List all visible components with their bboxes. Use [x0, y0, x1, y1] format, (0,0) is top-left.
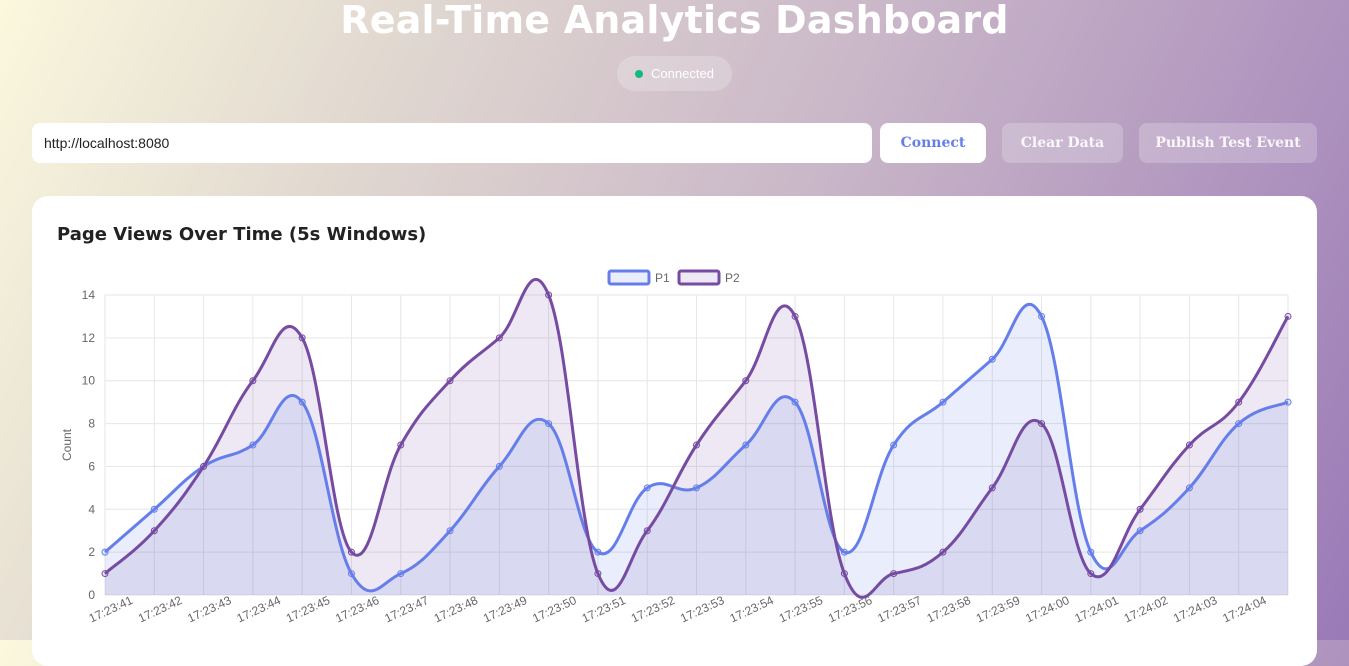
- x-tick-label: 17:23:49: [481, 593, 530, 626]
- x-tick-label: 17:23:57: [875, 593, 924, 626]
- data-point: [545, 420, 553, 428]
- legend-swatch-p2: [677, 269, 721, 286]
- x-tick-label: 17:23:43: [185, 593, 234, 626]
- data-point: [397, 441, 405, 449]
- y-tick-label: 14: [82, 288, 96, 302]
- x-tick-label: 17:23:56: [826, 593, 875, 626]
- server-url-input[interactable]: [32, 123, 872, 163]
- data-point: [249, 377, 257, 385]
- data-point: [594, 570, 602, 578]
- data-point: [693, 441, 700, 449]
- data-point: [1087, 548, 1095, 556]
- data-point: [643, 484, 651, 492]
- x-tick-label: 17:23:47: [382, 593, 431, 626]
- data-point: [988, 484, 996, 492]
- page-title: Real-Time Analytics Dashboard: [340, 0, 1009, 42]
- data-point: [347, 548, 355, 556]
- data-point: [840, 548, 848, 556]
- legend-label-p1: P1: [655, 271, 670, 285]
- x-tick-label: 17:23:50: [530, 593, 579, 626]
- data-point: [495, 462, 503, 470]
- data-point: [791, 398, 799, 406]
- data-point: [939, 398, 947, 406]
- data-point: [101, 548, 109, 556]
- x-tick-label: 17:23:42: [136, 593, 185, 626]
- data-point: [545, 291, 553, 299]
- x-tick-label: 17:23:59: [974, 593, 1023, 626]
- data-point: [890, 570, 898, 578]
- x-tick-label: 17:24:04: [1220, 593, 1269, 626]
- legend-label-p2: P2: [725, 271, 740, 285]
- data-point: [988, 355, 996, 363]
- data-point: [693, 484, 700, 492]
- x-tick-label: 17:24:02: [1122, 593, 1171, 626]
- data-point: [1284, 312, 1292, 320]
- data-point: [150, 527, 158, 535]
- data-point: [200, 462, 208, 470]
- x-tick-label: 17:23:53: [678, 593, 727, 626]
- data-point: [1038, 420, 1046, 428]
- data-point: [643, 527, 651, 535]
- legend-swatch-p1: [607, 269, 651, 286]
- data-point: [742, 441, 750, 449]
- data-point: [1185, 441, 1193, 449]
- y-tick-label: 6: [88, 459, 95, 473]
- data-point: [1087, 570, 1095, 578]
- x-tick-label: 17:24:03: [1171, 593, 1220, 626]
- chart-legend: P1 P2: [607, 269, 740, 286]
- x-tick-label: 17:23:44: [235, 593, 284, 626]
- data-point: [742, 377, 750, 385]
- data-point: [298, 334, 306, 342]
- data-point: [840, 570, 848, 578]
- data-point: [1284, 398, 1292, 406]
- data-point: [446, 377, 454, 385]
- x-tick-label: 17:23:51: [580, 593, 629, 626]
- y-tick-label: 4: [88, 502, 95, 516]
- x-tick-label: 17:24:00: [1023, 593, 1072, 626]
- data-point: [397, 570, 405, 578]
- data-point: [1235, 398, 1243, 406]
- data-point: [347, 570, 355, 578]
- data-point: [939, 548, 947, 556]
- x-tick-label: 17:23:58: [925, 593, 974, 626]
- data-point: [1136, 505, 1144, 513]
- data-point: [1038, 312, 1046, 320]
- x-tick-label: 17:23:46: [333, 593, 382, 626]
- data-point: [298, 398, 306, 406]
- y-tick-label: 12: [82, 331, 96, 345]
- x-tick-label: 17:23:55: [777, 593, 826, 626]
- clear-data-button[interactable]: Clear Data: [1002, 123, 1123, 163]
- x-tick-label: 17:23:52: [629, 593, 678, 626]
- x-tick-label: 17:23:54: [727, 593, 776, 626]
- data-point: [594, 548, 602, 556]
- y-tick-label: 2: [88, 545, 95, 559]
- x-tick-label: 17:23:45: [284, 593, 333, 626]
- status-label: Connected: [651, 66, 714, 81]
- chart-card: Page Views Over Time (5s Windows) 024681…: [32, 196, 1317, 666]
- publish-test-event-button[interactable]: Publish Test Event: [1139, 123, 1317, 163]
- page-views-chart: 02468101214Count17:23:41 17:23:42 17:23:43…: [60, 269, 1292, 626]
- data-point: [101, 570, 109, 578]
- y-tick-label: 0: [88, 588, 95, 602]
- y-tick-label: 10: [82, 374, 96, 388]
- data-point: [1235, 420, 1243, 428]
- data-point: [791, 312, 799, 320]
- data-point: [1185, 484, 1193, 492]
- connection-status-badge: Connected: [617, 56, 732, 91]
- data-point: [150, 505, 158, 513]
- data-point: [890, 441, 898, 449]
- connect-button[interactable]: Connect: [880, 123, 986, 163]
- x-tick-label: 17:23:48: [432, 593, 481, 626]
- status-dot-icon: [635, 69, 644, 78]
- data-point: [495, 334, 503, 342]
- y-tick-label: 8: [88, 417, 95, 431]
- y-axis-title: Count: [60, 428, 74, 461]
- data-point: [249, 441, 257, 449]
- x-tick-label: 17:24:01: [1072, 593, 1121, 626]
- data-point: [446, 527, 454, 535]
- data-point: [1136, 527, 1144, 535]
